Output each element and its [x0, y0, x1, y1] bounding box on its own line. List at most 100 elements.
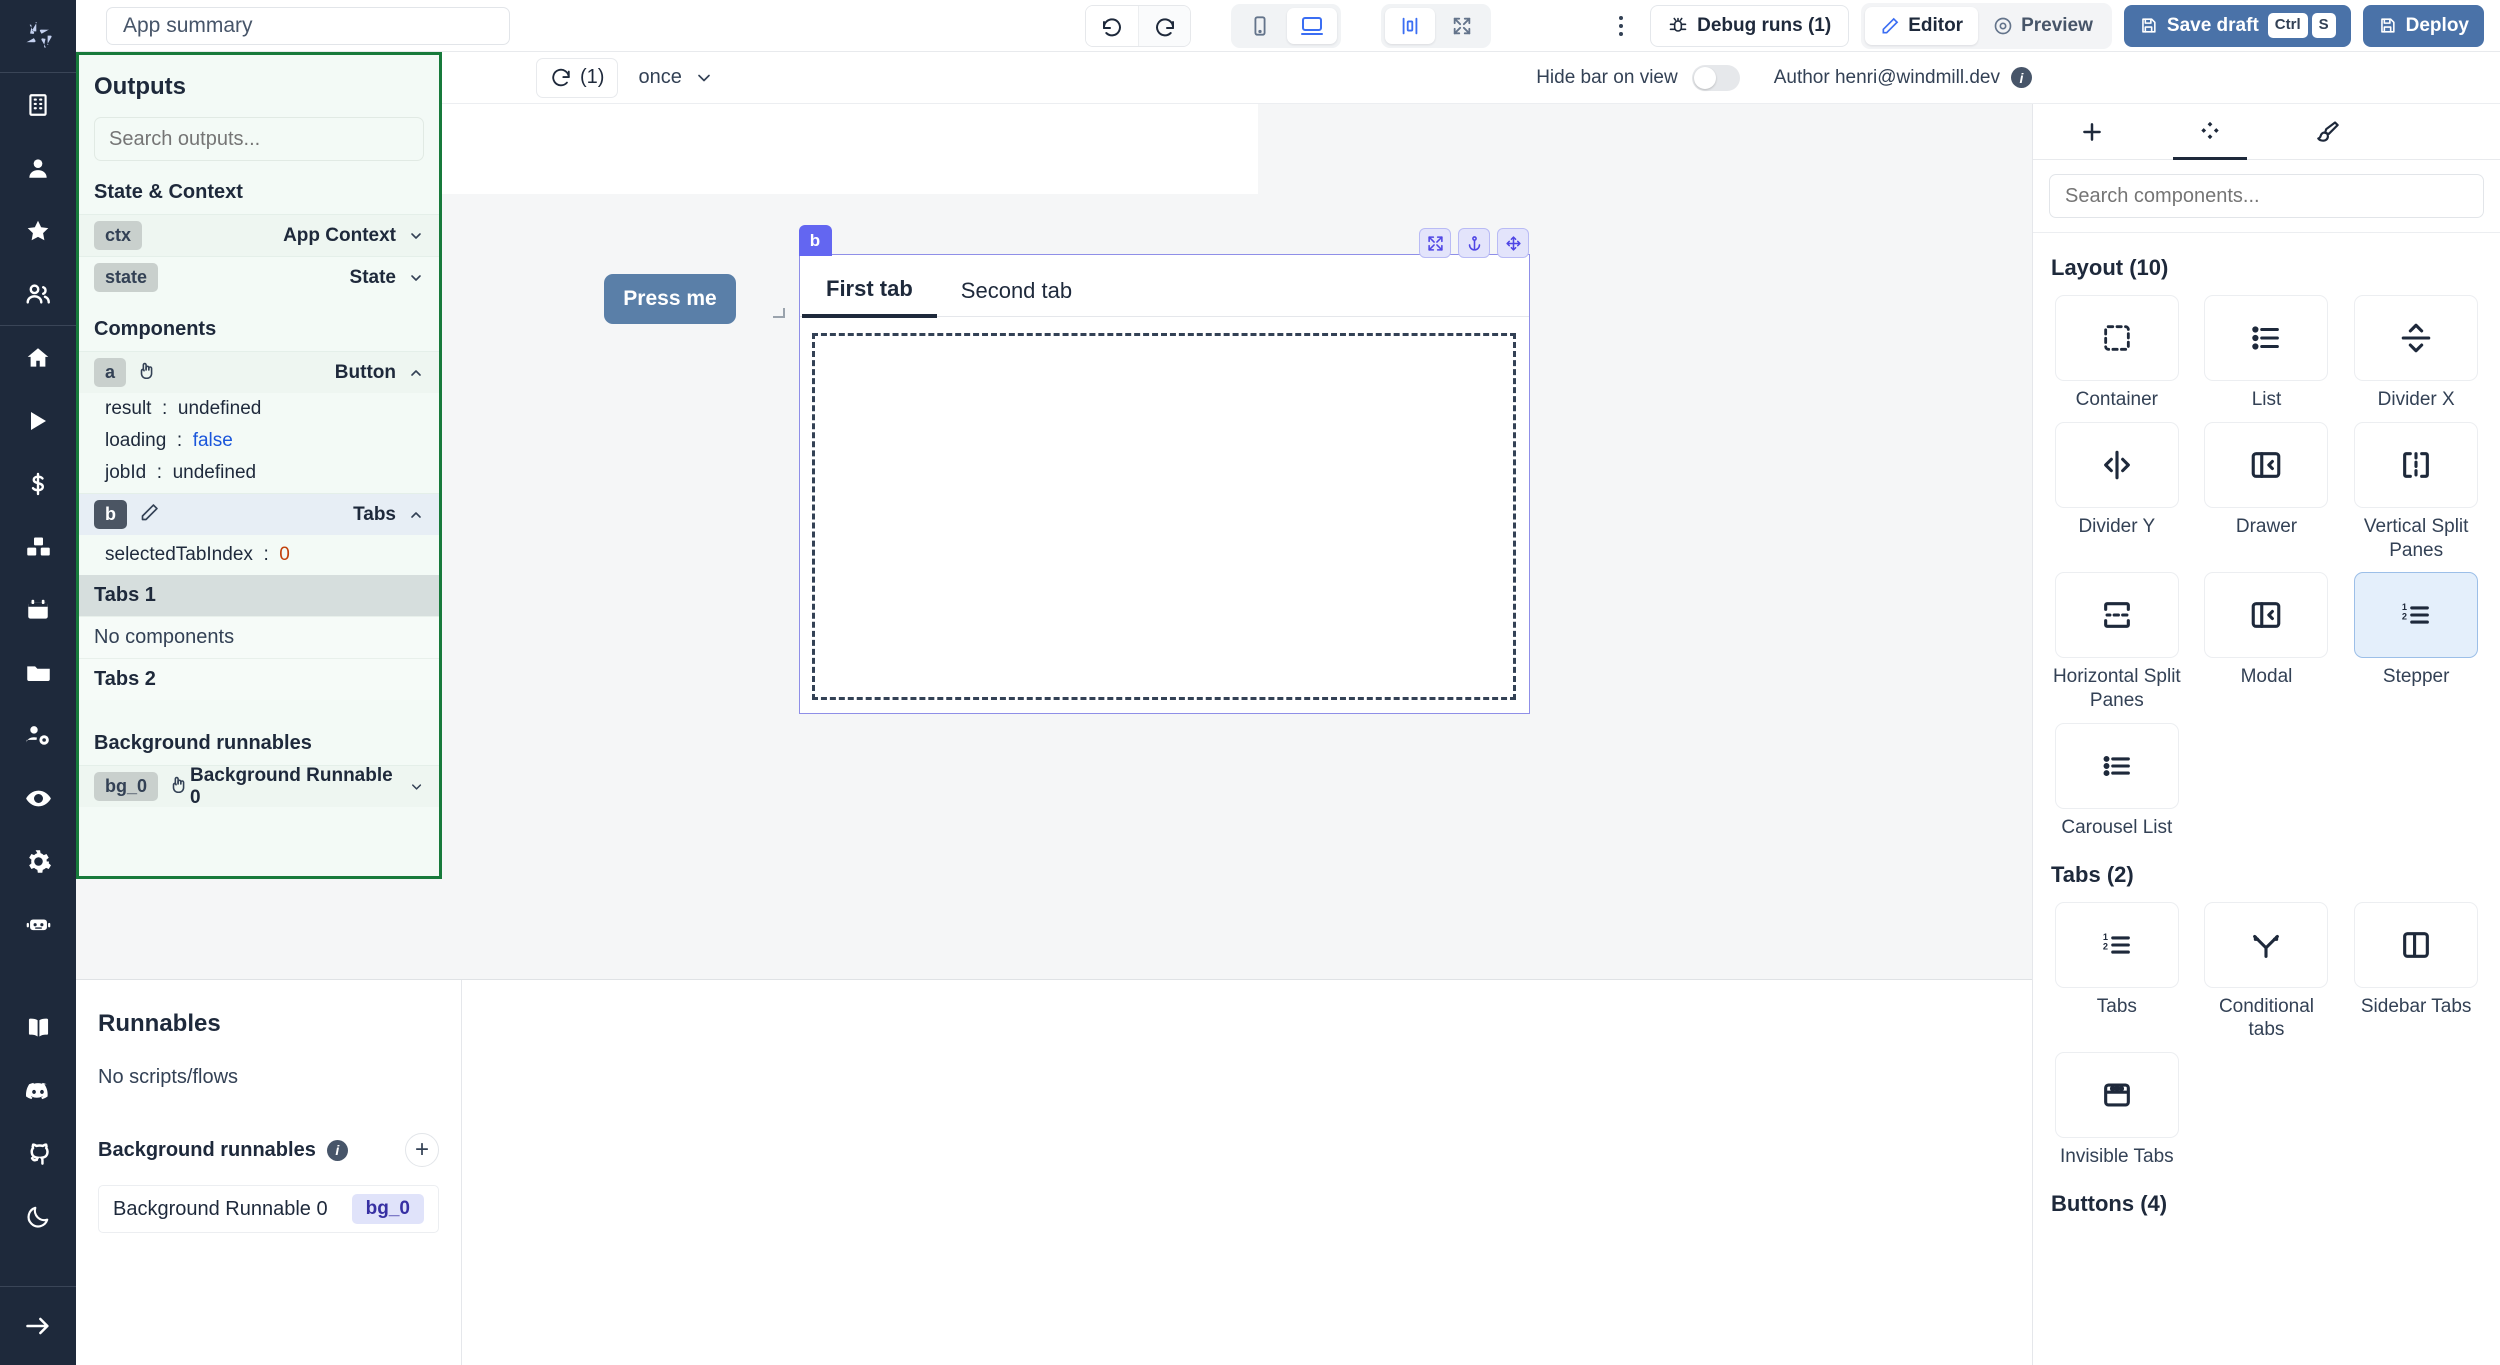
carousel-list-icon: [2054, 722, 2179, 809]
component-card-invisible-tabs[interactable]: Invisible Tabs: [2049, 1052, 2185, 1169]
hide-bar-toggle[interactable]: [1691, 64, 1740, 91]
chevron-down-icon[interactable]: [409, 779, 424, 795]
sidebar-item-discord[interactable]: [0, 1059, 76, 1122]
info-icon[interactable]: i: [2011, 67, 2032, 88]
background-runnable-row[interactable]: Background Runnable 0 bg_0: [98, 1185, 439, 1233]
component-card-carousel-list[interactable]: Carousel List: [2049, 722, 2185, 840]
output-row-bg0[interactable]: bg_0 Background Runnable 0: [79, 765, 439, 808]
tab-first[interactable]: First tab: [802, 278, 937, 318]
component-card-label: Tabs: [2096, 995, 2137, 1017]
tab-content-dropzone[interactable]: [812, 333, 1516, 700]
undo-icon[interactable]: [1086, 5, 1138, 46]
tabs-child-row-1[interactable]: Tabs 1: [79, 575, 439, 616]
save-shortcut: Ctrl S: [2267, 13, 2336, 38]
sidebar-item-dollar[interactable]: [0, 452, 76, 515]
sidebar-item-user-settings[interactable]: [0, 704, 76, 767]
redo-icon[interactable]: [1138, 5, 1190, 46]
component-card-modal[interactable]: Modal: [2199, 572, 2335, 713]
sidebar-item-folder[interactable]: [0, 641, 76, 704]
sidebar-item-user[interactable]: [0, 136, 76, 199]
sidebar-item-boxes[interactable]: [0, 515, 76, 578]
tab-add-component[interactable]: [2033, 104, 2151, 159]
mobile-preview-icon[interactable]: [1235, 8, 1285, 44]
sidebar-collapse-toggle[interactable]: [0, 1287, 76, 1365]
sidebar-item-dark-mode[interactable]: [0, 1185, 76, 1248]
debug-runs-button[interactable]: Debug runs (1): [1650, 4, 1850, 47]
component-card-conditional-tabs[interactable]: Conditional tabs: [2199, 901, 2335, 1043]
press-me-button[interactable]: Press me: [604, 274, 736, 324]
sidebar-item-github[interactable]: [0, 1122, 76, 1185]
component-card-vertical-split[interactable]: Vertical Split Panes: [2348, 421, 2484, 563]
component-card-divider-y[interactable]: Divider Y: [2049, 421, 2185, 563]
sidebar-item-play[interactable]: [0, 389, 76, 452]
output-row-component-a[interactable]: a Button: [79, 351, 439, 393]
tab-second[interactable]: Second tab: [937, 280, 1096, 316]
output-row-component-b[interactable]: b Tabs: [79, 493, 439, 535]
component-card-stepper[interactable]: 12 Stepper: [2348, 572, 2484, 713]
component-card-list[interactable]: List: [2199, 295, 2335, 412]
windmill-logo-icon[interactable]: [0, 0, 76, 72]
components-panel: Layout (10) Container List: [2032, 104, 2500, 1365]
sidebar-item-home[interactable]: [0, 326, 76, 389]
sidebar-item-users[interactable]: [0, 262, 76, 325]
sidebar-item-robot[interactable]: [0, 893, 76, 956]
search-components-input[interactable]: [2049, 174, 2484, 218]
chevron-up-icon[interactable]: [408, 365, 424, 381]
center-panel-icon[interactable]: [1385, 7, 1435, 44]
component-card-horizontal-split[interactable]: Horizontal Split Panes: [2049, 572, 2185, 713]
output-label-state: State: [350, 267, 424, 289]
output-row-state[interactable]: state State: [79, 256, 439, 298]
app-title-input[interactable]: [106, 6, 510, 45]
component-id-badge[interactable]: b: [798, 225, 832, 256]
refresh-interval-select[interactable]: once: [638, 66, 713, 89]
fullscreen-icon[interactable]: [1437, 8, 1487, 44]
sidebar-item-eye[interactable]: [0, 767, 76, 830]
editor-preview-toggle: Editor Preview: [1861, 2, 2112, 49]
move-icon[interactable]: [1497, 228, 1529, 258]
add-background-runnable-button[interactable]: +: [405, 1133, 439, 1167]
chevron-down-icon[interactable]: [408, 270, 424, 286]
state-context-section-label: State & Context: [94, 181, 243, 203]
sidebar-item-star[interactable]: [0, 199, 76, 262]
component-card-container[interactable]: Container: [2049, 295, 2185, 412]
component-card-label: Horizontal Split Panes: [2052, 666, 2181, 711]
resize-handle-icon[interactable]: [773, 306, 785, 318]
sidebar-item-settings[interactable]: [0, 830, 76, 893]
tab-components-library[interactable]: [2151, 104, 2269, 160]
tabs-component[interactable]: b First tab Second tab: [798, 225, 1530, 714]
component-type-label: Button: [334, 361, 396, 383]
component-chip-b: b: [94, 499, 127, 530]
sidebar-item-calendar[interactable]: [0, 578, 76, 641]
refresh-runnables-button[interactable]: (1): [536, 57, 619, 98]
deploy-button[interactable]: Deploy: [2362, 4, 2484, 47]
more-options-icon[interactable]: [1604, 6, 1638, 46]
category-title-layout: Layout (10): [2051, 255, 2169, 280]
background-runnables-section-label: Background runnables: [94, 732, 312, 754]
sidebar-item-building[interactable]: [0, 73, 76, 136]
background-runnable-tag: bg_0: [351, 1194, 424, 1224]
search-outputs-input[interactable]: [94, 117, 424, 161]
chevron-down-icon[interactable]: [408, 228, 424, 244]
tab-preview[interactable]: Preview: [1978, 7, 2108, 45]
tabs-child-row-2[interactable]: Tabs 2: [79, 658, 439, 700]
component-card-divider-x[interactable]: Divider X: [2348, 295, 2484, 412]
anchor-icon[interactable]: [1458, 228, 1490, 258]
chevron-up-icon[interactable]: [408, 507, 424, 523]
info-icon[interactable]: i: [326, 1139, 348, 1161]
save-draft-button[interactable]: Save draft Ctrl S: [2123, 4, 2351, 47]
tab-styling[interactable]: [2269, 104, 2387, 159]
components-grid-tabs: 12 Tabs Conditional tabs Sidebar Tabs In…: [2049, 901, 2484, 1169]
output-row-ctx[interactable]: ctx App Context: [79, 214, 439, 256]
edit-pencil-icon[interactable]: [139, 502, 160, 528]
component-card-tabs[interactable]: 12 Tabs: [2049, 901, 2185, 1043]
tab-editor[interactable]: Editor: [1865, 6, 1979, 45]
sidebar-item-docs[interactable]: [0, 996, 76, 1059]
hide-bar-on-view: Hide bar on view: [1536, 64, 1740, 91]
component-card-sidebar-tabs[interactable]: Sidebar Tabs: [2348, 901, 2484, 1043]
component-card-drawer[interactable]: Drawer: [2199, 421, 2335, 563]
category-title-tabs: Tabs (2): [2051, 861, 2134, 887]
components-scroll-area[interactable]: Layout (10) Container List Divider X Div…: [2033, 233, 2500, 1365]
component-card-label: Conditional tabs: [2218, 995, 2315, 1041]
expand-icon[interactable]: [1419, 228, 1451, 258]
desktop-preview-icon[interactable]: [1287, 7, 1337, 44]
